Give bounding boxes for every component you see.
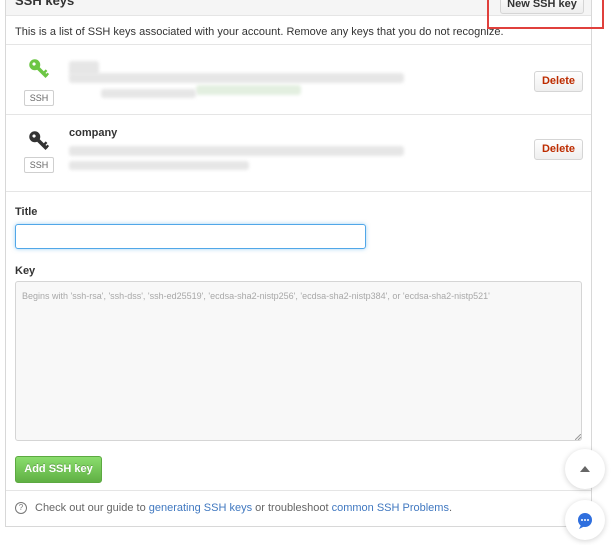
panel-title: SSH keys xyxy=(15,0,75,8)
key-icon xyxy=(29,131,50,151)
scroll-to-top-button[interactable] xyxy=(565,449,605,489)
ssh-key-row: SSH company Delete xyxy=(6,115,591,183)
divider xyxy=(6,191,591,192)
divider xyxy=(6,490,591,491)
chat-bubble-icon xyxy=(578,513,592,529)
redacted-date xyxy=(69,161,249,170)
key-label: Key xyxy=(15,265,36,277)
title-label: Title xyxy=(15,206,38,218)
question-circle-icon: ? xyxy=(15,502,27,514)
title-input[interactable] xyxy=(15,224,366,249)
key-name: company xyxy=(69,127,118,139)
redacted-fingerprint xyxy=(69,73,404,83)
resize-grip-icon[interactable] xyxy=(575,434,581,440)
redacted-fingerprint xyxy=(196,85,301,95)
generating-ssh-keys-link[interactable]: generating SSH keys xyxy=(149,502,252,514)
chat-button[interactable] xyxy=(565,500,605,540)
ssh-key-row: SSH Delete xyxy=(6,45,591,113)
help-text-prefix: Check out our guide to xyxy=(35,502,146,514)
delete-button[interactable]: Delete xyxy=(534,71,583,92)
chevron-up-icon xyxy=(580,466,590,472)
help-text-suffix: . xyxy=(448,502,453,514)
intro-text: This is a list of SSH keys associated wi… xyxy=(15,26,504,38)
redacted-fingerprint xyxy=(69,146,404,156)
delete-button[interactable]: Delete xyxy=(534,139,583,160)
ssh-badge: SSH xyxy=(24,90,54,106)
redacted-date xyxy=(101,89,196,98)
key-icon xyxy=(29,59,50,79)
help-note: ? Check out our guide to generating SSH … xyxy=(15,502,452,514)
ssh-keys-panel: SSH keys New SSH key This is a list of S… xyxy=(5,0,592,527)
help-text-middle: or troubleshoot xyxy=(252,502,332,514)
common-ssh-problems-link[interactable]: common SSH Problems xyxy=(332,502,449,514)
highlight-annotation xyxy=(487,0,604,29)
ssh-badge: SSH xyxy=(24,157,54,173)
add-ssh-key-button[interactable]: Add SSH key xyxy=(15,456,102,483)
key-textarea[interactable] xyxy=(15,281,582,441)
